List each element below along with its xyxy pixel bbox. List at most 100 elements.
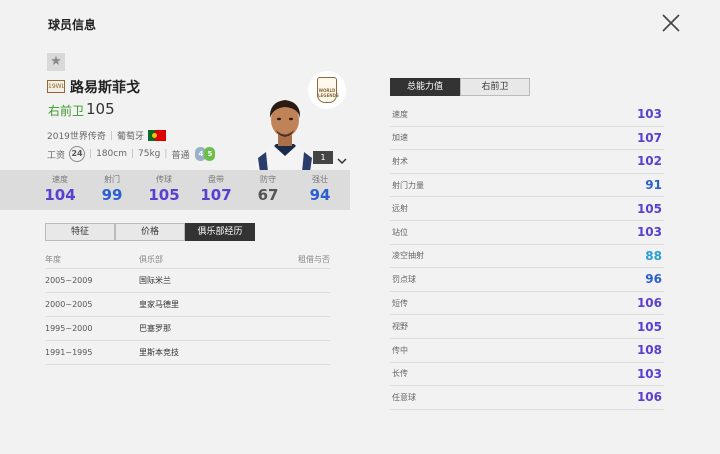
attribute-name: 凌空抽射: [392, 251, 424, 261]
stat-value: 67: [257, 186, 279, 204]
divider: |: [130, 149, 135, 159]
stat-value: 105: [148, 186, 180, 204]
world-legends-badge-icon: WORLD LEGENDS: [308, 71, 346, 109]
close-icon[interactable]: [660, 12, 682, 34]
stat-item: 强壮 94: [298, 174, 342, 204]
nationality: 葡萄牙: [116, 132, 144, 142]
cell-club: 巴塞罗那: [139, 324, 171, 333]
stat-value: 107: [200, 186, 232, 204]
attribute-value: 96: [645, 272, 662, 287]
attribute-value: 103: [636, 107, 662, 122]
attribute-name: 罚点球: [392, 274, 416, 284]
divider: |: [109, 130, 113, 141]
attribute-value: 105: [636, 319, 662, 334]
attribute-row: 射术 102: [390, 150, 664, 174]
attribute-row: 长传 103: [390, 363, 664, 387]
tab-price[interactable]: 价格: [115, 223, 185, 241]
player-name: 路易斯菲戈: [70, 80, 140, 96]
table-row: 2005~2009 国际米兰: [45, 269, 330, 293]
attribute-row: 短传 106: [390, 292, 664, 316]
player-meta-row2: 工资 24 | 180cm | 75kg | 普通 4 5: [47, 146, 216, 162]
player-meta-row1: 2019世界传奇 | 葡萄牙: [47, 129, 166, 142]
chevron-down-icon[interactable]: [336, 152, 348, 165]
weight: 75kg: [138, 149, 161, 159]
right-foot-value: 5: [204, 147, 216, 161]
attribute-name: 任意球: [392, 392, 416, 402]
summary-stats-bar: 速度 104 射门 99 传球 105 盘带 107 防守 67 强壮 94: [0, 170, 350, 210]
attribute-row: 射门力量 91: [390, 174, 664, 198]
attribute-row: 视野 105: [390, 315, 664, 339]
body-type: 普通: [171, 150, 190, 161]
table-row: 1995~2000 巴塞罗那: [45, 317, 330, 341]
attribute-row: 罚点球 96: [390, 268, 664, 292]
attribute-name: 加速: [392, 133, 408, 143]
attribute-value: 103: [636, 225, 662, 240]
stat-value: 99: [101, 186, 123, 204]
attribute-row: 加速 107: [390, 127, 664, 151]
page-title: 球员信息: [48, 18, 97, 32]
attribute-name: 视野: [392, 322, 408, 332]
club-history-table: 年度 俱乐部 租借与否 2005~2009 国际米兰 2000~2005 皇家马…: [45, 250, 330, 365]
attribute-name: 传中: [392, 345, 408, 355]
portugal-flag-icon: [147, 130, 166, 141]
attribute-name: 短传: [392, 298, 408, 308]
cell-club: 国际米兰: [139, 276, 171, 285]
cell-year: 1995~2000: [45, 324, 93, 333]
column-header-loan: 租借与否: [298, 254, 330, 264]
tab-traits[interactable]: 特征: [45, 223, 115, 241]
attribute-value: 88: [645, 248, 662, 263]
cell-club: 里斯本竞技: [139, 348, 179, 357]
attribute-name: 射术: [392, 156, 408, 166]
stat-item: 传球 105: [142, 174, 186, 204]
player-photo: [254, 92, 316, 172]
stat-label: 射门: [104, 175, 120, 184]
attribute-value: 106: [636, 296, 662, 311]
column-header-club: 俱乐部: [139, 254, 163, 264]
table-header: 年度 俱乐部 租借与否: [45, 250, 330, 269]
stat-item: 防守 67: [246, 174, 290, 204]
divider: |: [89, 149, 93, 159]
table-row: 2000~2005 皇家马德里: [45, 293, 330, 317]
column-header-year: 年度: [45, 254, 61, 264]
weak-foot-icon: 4 5: [195, 147, 216, 161]
stat-label: 速度: [52, 175, 68, 184]
attribute-name: 长传: [392, 369, 408, 379]
attribute-name: 远射: [392, 204, 408, 214]
tab-position-attributes[interactable]: 右前卫: [460, 78, 530, 96]
badge-text: WORLD LEGENDS: [317, 77, 339, 103]
attribute-value: 102: [636, 154, 662, 169]
attribute-value: 108: [636, 343, 662, 358]
height: 180cm: [96, 149, 127, 159]
tab-overall-attributes[interactable]: 总能力值: [390, 78, 460, 96]
attribute-value: 107: [636, 130, 662, 145]
stat-value: 94: [309, 186, 331, 204]
info-tabs: 特征 价格 俱乐部经历: [45, 223, 255, 241]
player-position: 右前卫: [48, 104, 85, 118]
season-tag: 19WL: [47, 80, 65, 93]
attribute-row: 任意球 106: [390, 386, 664, 410]
stat-item: 盘带 107: [194, 174, 238, 204]
attribute-row: 远射 105: [390, 197, 664, 221]
attribute-value: 106: [636, 390, 662, 405]
table-row: 1991~1995 里斯本竞技: [45, 341, 330, 365]
stat-label: 防守: [260, 175, 276, 184]
stat-label: 强壮: [312, 175, 328, 184]
season-name: 2019世界传奇: [47, 132, 106, 142]
attribute-value: 105: [636, 201, 662, 216]
attribute-value: 103: [636, 366, 662, 381]
attribute-list: 速度 103 加速 107 射术 102 射门力量 91 远射 105 站位 103 凌空抽…: [390, 103, 664, 410]
attribute-name: 站位: [392, 227, 408, 237]
attribute-value: 91: [645, 178, 662, 193]
stat-item: 速度 104: [38, 174, 82, 204]
attribute-name: 射门力量: [392, 180, 424, 190]
stat-label: 传球: [156, 175, 172, 184]
tab-club-history[interactable]: 俱乐部经历: [185, 223, 255, 241]
attribute-name: 速度: [392, 109, 408, 119]
cell-year: 1991~1995: [45, 348, 93, 357]
divider: |: [164, 149, 168, 159]
attribute-row: 传中 108: [390, 339, 664, 363]
favorite-star-icon[interactable]: ★: [47, 53, 65, 71]
salary-label: 工资: [47, 150, 66, 161]
salary-value: 24: [69, 146, 86, 162]
attribute-row: 凌空抽射 88: [390, 245, 664, 269]
